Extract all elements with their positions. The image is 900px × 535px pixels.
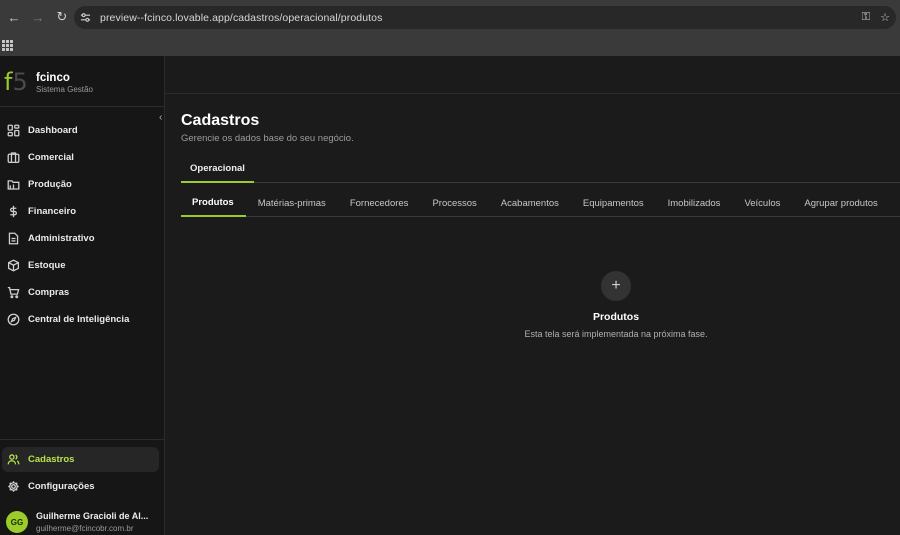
folder-icon (7, 180, 20, 190)
dashboard-icon (7, 124, 20, 137)
tab-imobilizados[interactable]: Imobilizados (656, 190, 733, 217)
sidebar-item-label: Comercial (28, 152, 74, 163)
top-bar (165, 56, 900, 94)
empty-state-title: Produtos (592, 311, 640, 323)
sidebar-item-label: Central de Inteligência (28, 314, 130, 325)
avatar: GG (6, 511, 28, 533)
main-content: Cadastros Gerencie os dados base do seu … (165, 56, 900, 535)
sidebar-item-cadastros[interactable]: Cadastros (2, 447, 159, 472)
primary-tabs: Operacional (181, 156, 900, 183)
page-title: Cadastros (181, 112, 260, 129)
tab-produtos[interactable]: Produtos (181, 190, 246, 217)
sidebar-item-label: Configurações (28, 481, 95, 492)
tab-materias-primas[interactable]: Matérias-primas (246, 190, 338, 217)
browser-toolbar: ← → ↻ preview--fcinco.lovable.app/cadast… (0, 0, 900, 34)
brand-subtitle: Sistema Gestão (36, 85, 93, 94)
apps-grid-icon[interactable] (2, 39, 13, 51)
sidebar-item-administrativo[interactable]: Administrativo (0, 225, 164, 252)
forward-button[interactable]: → (28, 7, 48, 27)
sidebar-item-financeiro[interactable]: Financeiro (0, 198, 164, 225)
sidebar-item-label: Cadastros (28, 454, 75, 465)
tab-agrupar-produtos[interactable]: Agrupar produtos (792, 190, 889, 217)
user-name: Guilherme Gracioli de Al... (36, 511, 149, 521)
url-text[interactable]: preview--fcinco.lovable.app/cadastros/op… (100, 12, 382, 24)
sidebar-item-label: Dashboard (28, 125, 78, 136)
secondary-tabs: Produtos Matérias-primas Fornecedores Pr… (181, 190, 900, 217)
bookmarks-bar (0, 34, 900, 56)
box-icon (7, 259, 20, 272)
sidebar-item-producao[interactable]: Produção (0, 171, 164, 198)
cart-icon (7, 286, 20, 299)
sidebar-nav: Dashboard Comercial Produção Financeiro … (0, 117, 164, 333)
sidebar-item-label: Compras (28, 287, 70, 298)
sidebar-item-label: Estoque (28, 260, 66, 271)
sidebar-item-label: Administrativo (28, 233, 95, 244)
sidebar-item-comercial[interactable]: Comercial (0, 144, 164, 171)
sidebar-item-dashboard[interactable]: Dashboard (0, 117, 164, 144)
sidebar-item-compras[interactable]: Compras (0, 279, 164, 306)
tab-acabamentos[interactable]: Acabamentos (489, 190, 571, 217)
sidebar-item-label: Produção (28, 179, 72, 190)
tab-equipamentos[interactable]: Equipamentos (571, 190, 656, 217)
reload-button[interactable]: ↻ (52, 7, 72, 27)
users-icon (7, 454, 20, 465)
sidebar-item-label: Financeiro (28, 206, 77, 217)
address-bar[interactable]: preview--fcinco.lovable.app/cadastros/op… (74, 6, 896, 29)
page-subtitle: Gerencie os dados base do seu negócio. (181, 133, 354, 144)
sidebar: f5 fcinco Sistema Gestão ‹ Dashboard Com… (0, 56, 165, 535)
empty-state-description: Esta tela será implementada na próxima f… (524, 329, 708, 339)
app-root: f5 fcinco Sistema Gestão ‹ Dashboard Com… (0, 56, 900, 535)
plus-icon[interactable]: + (601, 271, 631, 301)
user-email: guilherme@fcincobr.com.br (36, 524, 134, 533)
bookmark-star-icon[interactable]: ☆ (880, 11, 890, 24)
sidebar-item-configuracoes[interactable]: Configurações (0, 473, 164, 500)
password-key-icon[interactable]: ⚿ (862, 11, 870, 24)
user-profile[interactable]: GG Guilherme Gracioli de Al... guilherme… (0, 503, 164, 535)
document-icon (8, 232, 19, 245)
brand-header: f5 fcinco Sistema Gestão (0, 56, 164, 107)
sidebar-item-estoque[interactable]: Estoque (0, 252, 164, 279)
sidebar-item-central-inteligencia[interactable]: Central de Inteligência (0, 306, 164, 333)
tab-operacional[interactable]: Operacional (181, 156, 254, 183)
tab-processos[interactable]: Processos (420, 190, 488, 217)
back-button[interactable]: ← (4, 7, 24, 27)
gear-icon (8, 481, 19, 492)
site-settings-icon[interactable] (80, 12, 94, 23)
brand-name: fcinco (36, 72, 70, 84)
briefcase-icon (7, 152, 20, 164)
brand-logo: f5 (4, 68, 28, 96)
compass-icon (7, 313, 20, 326)
dollar-icon (10, 205, 17, 218)
tab-fornecedores[interactable]: Fornecedores (338, 190, 421, 217)
sidebar-bottom-nav: Cadastros Configurações (0, 439, 164, 500)
tab-veiculos[interactable]: Veículos (732, 190, 792, 217)
